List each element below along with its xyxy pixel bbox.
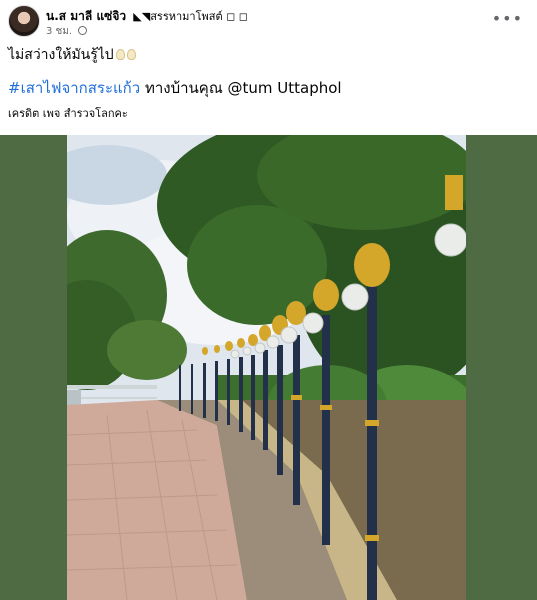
post-time[interactable]: 3 ชม. <box>46 26 72 37</box>
more-horizontal-icon[interactable]: ••• <box>492 9 523 28</box>
credit-line: เครดิต เพจ สำรวจโลกคะ <box>8 107 128 120</box>
group-name[interactable]: ◣◥สรรหามาโพสต์ ◻ ◻ <box>133 10 248 23</box>
caption-mention-text: ทางบ้านคุณ @tum Uttaphol <box>140 79 342 97</box>
photo-container[interactable] <box>0 135 537 600</box>
post-meta: 3 ชม. <box>46 24 88 39</box>
light-bulb-icon <box>126 49 136 60</box>
post-header: น.ส มาลี แซ่จิว ◣◥สรรหามาโพสต์ ◻ ◻ 3 ชม.… <box>8 5 529 39</box>
globe-icon <box>78 26 88 35</box>
avatar[interactable] <box>8 5 40 37</box>
caption-line-1: ไม่สว่างให้มันรู้ไป <box>8 44 136 66</box>
street-lamps-photo[interactable] <box>67 135 466 600</box>
light-bulb-icon <box>115 49 125 60</box>
caption-line-2: #เสาไฟจากสระแก้ว ทางบ้านคุณ @tum Uttapho… <box>8 76 342 100</box>
caption-text: ไม่สว่างให้มันรู้ไป <box>8 47 114 63</box>
photo-drawing <box>67 135 466 600</box>
author-name[interactable]: น.ส มาลี แซ่จิว <box>46 9 126 23</box>
hashtag-link[interactable]: #เสาไฟจากสระแก้ว <box>8 79 140 97</box>
